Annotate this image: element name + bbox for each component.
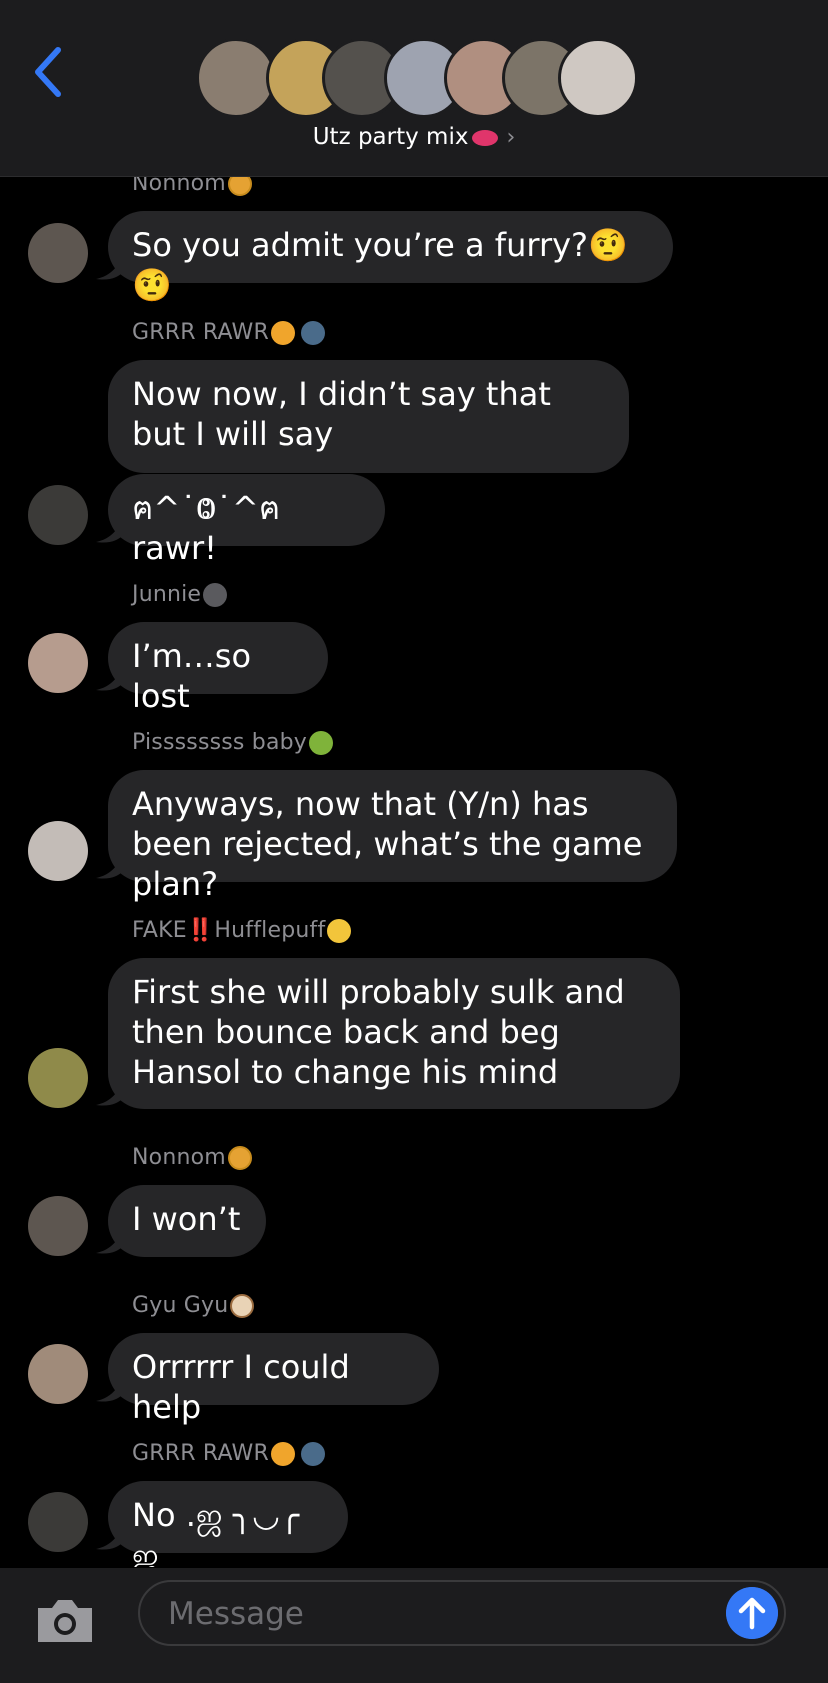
message-bubble[interactable]: Now now, I didn’t say that but I will sa… [108, 360, 629, 473]
bubble-tail [96, 257, 122, 280]
participant-avatar [558, 38, 638, 118]
bubble-tail [96, 668, 122, 691]
message-bubble[interactable]: Anyways, now that (Y/n) has been rejecte… [108, 770, 677, 903]
sender-name: Nonnom [132, 1145, 252, 1170]
dog-face-icon [230, 1294, 255, 1318]
conversation-header: Utz party mix › [0, 0, 828, 177]
message-bubble[interactable]: First she will probably sulk and then bo… [108, 958, 680, 1109]
message-input[interactable]: Message [138, 1580, 786, 1646]
sender-name: FAKE‼️Hufflepuff [132, 918, 352, 943]
avatar[interactable] [28, 1048, 88, 1108]
message-bubble[interactable]: Orrrrrr I could help [108, 1333, 439, 1426]
tiger-face-icon [270, 1442, 295, 1466]
camera-icon[interactable] [34, 1596, 96, 1644]
message-composer: Message [0, 1568, 828, 1683]
arrow-up-icon[interactable] [726, 1587, 778, 1639]
message-bubble[interactable]: I won’t [108, 1185, 266, 1257]
sender-name: Nonnom [132, 177, 252, 196]
message-placeholder: Message [168, 1596, 304, 1632]
avatar[interactable] [28, 1196, 88, 1256]
sender-name: GRRR RAWR [132, 320, 325, 345]
bubble-tail [96, 1379, 122, 1402]
bubble-tail [96, 856, 122, 879]
group-name[interactable]: Utz party mix › [0, 124, 828, 150]
avatar[interactable] [28, 1344, 88, 1404]
speaking-head-icon [300, 321, 325, 345]
lips-icon [472, 129, 499, 146]
neutral-face-icon [227, 1146, 252, 1170]
message-bubble[interactable]: I’m…so lost [108, 622, 328, 715]
speaking-head-icon [300, 1442, 325, 1466]
avatar[interactable] [28, 223, 88, 283]
bubble-tail [96, 1083, 122, 1106]
sender-name: Gyu Gyu [132, 1293, 255, 1318]
avatar[interactable] [28, 821, 88, 881]
message-bubble[interactable]: So you admit you’re a furry?🤨 🤨 [108, 211, 673, 304]
avatar[interactable] [28, 1492, 88, 1552]
sender-name: Pissssssss baby [132, 730, 334, 755]
avatar[interactable] [28, 633, 88, 693]
chevron-right-icon: › [506, 125, 516, 150]
participant-avatar [196, 38, 276, 118]
paw-prints-icon [203, 583, 228, 607]
sparkles-icon [327, 919, 352, 943]
bubble-tail [96, 520, 122, 543]
sender-name: Junnie [132, 582, 228, 607]
tiger-face-icon [270, 321, 295, 345]
group-name-label: Utz party mix [312, 124, 469, 150]
message-bubble[interactable]: No .ஜ ╮◡╭ ஜ [108, 1481, 348, 1567]
chevron-left-icon[interactable] [30, 44, 66, 100]
message-list[interactable]: Nonnom So you admit you’re a furry?🤨 🤨 G… [0, 177, 828, 1567]
snake-icon [309, 731, 334, 755]
bubble-tail [96, 1231, 122, 1254]
message-bubble[interactable]: ฅ^˙Ⱉ˙^ฅ rawr! [108, 474, 385, 567]
neutral-face-icon [227, 177, 252, 196]
bubble-tail [96, 1527, 122, 1550]
participant-avatars[interactable] [196, 38, 638, 118]
avatar[interactable] [28, 485, 88, 545]
sender-name: GRRR RAWR [132, 1441, 325, 1466]
